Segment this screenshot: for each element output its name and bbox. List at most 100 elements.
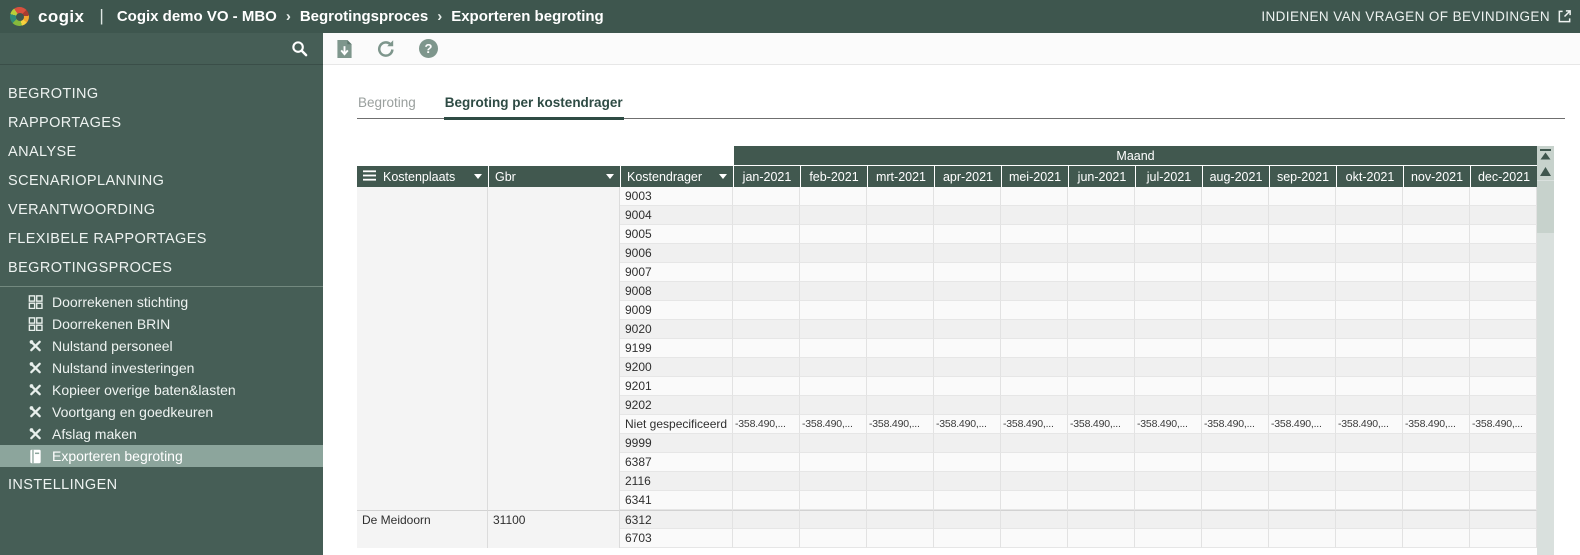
cell-month-value [800, 472, 867, 491]
content-toolbar: ? [323, 33, 1580, 65]
menu-icon[interactable] [363, 169, 376, 184]
cell-month-value [1135, 491, 1202, 510]
scroll-to-top-button[interactable] [1537, 146, 1554, 163]
cell-kostendrager: 9004 [620, 206, 733, 225]
cell-month-value [934, 282, 1001, 301]
main-content: Begroting Begroting per kostendrager Maan… [323, 65, 1580, 555]
cell-month-value [1403, 320, 1470, 339]
cell-kostendrager: 2116 [620, 472, 733, 491]
column-header-gbr[interactable]: Gbr [488, 166, 620, 187]
breadcrumb-item[interactable]: Cogix demo VO - MBO [117, 8, 277, 25]
cell-month-value [1135, 529, 1202, 548]
cell-month-value [1269, 358, 1336, 377]
export-document-button[interactable] [336, 39, 353, 59]
vertical-scrollbar[interactable] [1537, 146, 1554, 555]
cell-month-value [733, 510, 800, 529]
help-button[interactable]: ? [419, 39, 438, 58]
sidebar-item-verantwoording[interactable]: VERANTWOORDING [0, 196, 323, 225]
cell-month-value [934, 301, 1001, 320]
tab-begroting-per-kostendrager[interactable]: Begroting per kostendrager [443, 95, 624, 120]
cell-kostenplaats [357, 187, 488, 206]
sidebar-subitem-nulstand-personeel[interactable]: Nulstand personeel [0, 335, 323, 357]
month-column-header: aug-2021 [1202, 166, 1269, 187]
sidebar-subitem-label: Nulstand investeringen [52, 360, 195, 376]
cell-month-value [1470, 225, 1538, 244]
table-row: De Meidoorn 31100 6312 [357, 510, 1538, 529]
sidebar-subitem-afslag-maken[interactable]: Afslag maken [0, 423, 323, 445]
cell-month-value [1470, 434, 1538, 453]
column-header-kostenplaats[interactable]: Kostenplaats [357, 166, 488, 187]
cell-month-value [1470, 472, 1538, 491]
cell-month-value [1202, 263, 1269, 282]
sidebar-subitem-doorrekenen-brin[interactable]: Doorrekenen BRIN [0, 313, 323, 335]
sidebar-subitem-kopieer-overige-baten-lasten[interactable]: Kopieer overige baten&lasten [0, 379, 323, 401]
breadcrumb-item[interactable]: Exporteren begroting [451, 8, 604, 25]
sidebar-subitem-doorrekenen-stichting[interactable]: Doorrekenen stichting [0, 291, 323, 313]
cell-month-value [1336, 225, 1403, 244]
column-header-kostendrager[interactable]: Kostendrager [620, 166, 733, 187]
cell-month-value [1202, 339, 1269, 358]
cell-month-value [1336, 358, 1403, 377]
cell-month-value [1470, 377, 1538, 396]
cell-month-value [1135, 377, 1202, 396]
cell-month-value [1135, 244, 1202, 263]
cell-kostendrager: 6387 [620, 453, 733, 472]
search-button[interactable] [291, 40, 308, 57]
scroll-up-button[interactable] [1537, 163, 1554, 180]
cell-month-value [1068, 320, 1135, 339]
cell-month-value [1202, 187, 1269, 206]
cell-kostenplaats [357, 339, 488, 358]
cell-month-value: -358.490,... [1470, 415, 1538, 434]
cell-month-value [867, 529, 934, 548]
feedback-link[interactable]: INDIENEN VAN VRAGEN OF BEVINDINGEN [1261, 9, 1572, 24]
cell-gbr: 31100 [488, 510, 620, 529]
dropdown-caret-icon[interactable] [719, 174, 727, 179]
month-column-header: nov-2021 [1403, 166, 1470, 187]
cell-month-value [1269, 320, 1336, 339]
cell-month-value [1403, 282, 1470, 301]
cell-kostenplaats [357, 377, 488, 396]
cell-month-value [800, 282, 867, 301]
tools-icon [27, 339, 43, 353]
sidebar-item-flexibele-rapportages[interactable]: FLEXIBELE RAPPORTAGES [0, 225, 323, 254]
cell-month-value [1470, 491, 1538, 510]
sidebar-item-begrotingsproces[interactable]: BEGROTINGSPROCES [0, 254, 323, 283]
dropdown-caret-icon[interactable] [474, 174, 482, 179]
cell-month-value [1336, 339, 1403, 358]
cell-gbr [488, 377, 620, 396]
sidebar-item-scenarioplanning[interactable]: SCENARIOPLANNING [0, 167, 323, 196]
cell-kostendrager: 6341 [620, 491, 733, 510]
month-column-header: feb-2021 [800, 166, 867, 187]
cell-month-value [1068, 263, 1135, 282]
refresh-icon [378, 39, 394, 57]
cell-month-value [1336, 244, 1403, 263]
scrollbar-thumb[interactable] [1537, 180, 1554, 233]
sidebar-item-instellingen[interactable]: INSTELLINGEN [0, 471, 323, 500]
cell-month-value [867, 396, 934, 415]
cell-month-value: -358.490,... [1001, 415, 1068, 434]
cell-month-value [800, 491, 867, 510]
sidebar-subitem-exporteren-begroting[interactable]: Exporteren begroting [0, 445, 323, 467]
cell-month-value [1068, 472, 1135, 491]
cell-month-value [1135, 225, 1202, 244]
breadcrumb-item[interactable]: Begrotingsproces [300, 8, 428, 25]
cell-month-value [1470, 263, 1538, 282]
dropdown-caret-icon[interactable] [606, 174, 614, 179]
cell-month-value [733, 377, 800, 396]
cell-month-value [1001, 244, 1068, 263]
sidebar-item-analyse[interactable]: ANALYSE [0, 138, 323, 167]
sidebar-item-begroting[interactable]: BEGROTING [0, 80, 323, 109]
refresh-button[interactable] [376, 39, 396, 59]
cell-month-value [733, 320, 800, 339]
month-column-header: mei-2021 [1001, 166, 1068, 187]
cell-kostenplaats [357, 225, 488, 244]
cell-month-value [800, 225, 867, 244]
sidebar-subitem-voortgang-en-goedkeuren[interactable]: Voortgang en goedkeuren [0, 401, 323, 423]
cell-month-value [1135, 453, 1202, 472]
sidebar-subitem-nulstand-investeringen[interactable]: Nulstand investeringen [0, 357, 323, 379]
sidebar-item-rapportages[interactable]: RAPPORTAGES [0, 109, 323, 138]
month-column-header: jul-2021 [1135, 166, 1202, 187]
cell-month-value [1202, 377, 1269, 396]
tab-begroting[interactable]: Begroting [357, 95, 417, 118]
cell-month-value [1001, 510, 1068, 529]
